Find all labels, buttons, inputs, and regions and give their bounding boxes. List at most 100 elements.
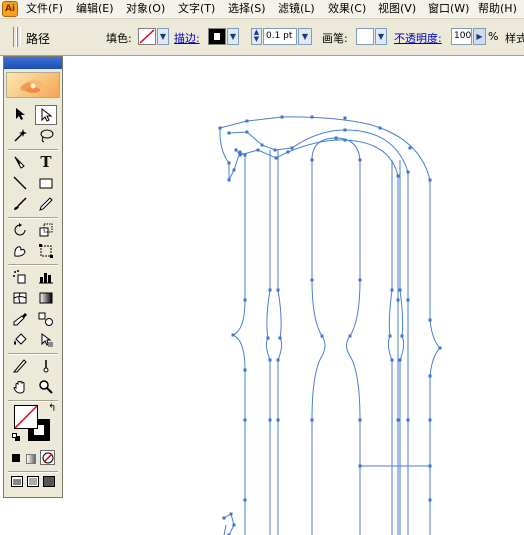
gradient-tool[interactable] — [35, 288, 57, 308]
fill-swatch[interactable] — [138, 28, 156, 45]
path-anchor-point[interactable] — [390, 288, 394, 292]
path-anchor-point[interactable] — [428, 374, 432, 378]
default-colors-icon[interactable] — [12, 433, 20, 441]
menu-window[interactable]: 窗口(W) — [428, 1, 469, 17]
path-anchor-point[interactable] — [256, 148, 260, 152]
opacity-label-link[interactable]: 不透明度: — [394, 30, 442, 46]
path-anchor-point[interactable] — [428, 464, 432, 468]
path-anchor-point[interactable] — [227, 161, 231, 165]
path-anchor-point[interactable] — [398, 358, 402, 362]
glyph-left-stem-path[interactable] — [265, 150, 283, 535]
path-anchor-point[interactable] — [310, 418, 314, 422]
fill-color-box[interactable] — [14, 405, 38, 429]
path-anchor-point[interactable] — [268, 358, 272, 362]
path-anchor-point[interactable] — [343, 116, 347, 120]
path-anchor-point[interactable] — [428, 498, 432, 502]
path-anchor-point[interactable] — [406, 298, 410, 302]
path-anchor-point[interactable] — [406, 418, 410, 422]
path-anchor-point[interactable] — [231, 333, 235, 337]
stroke-weight-dropdown-arrow[interactable]: ▼ — [298, 28, 312, 45]
path-anchor-point[interactable] — [310, 115, 314, 119]
path-anchor-point[interactable] — [348, 334, 352, 338]
stroke-label-link[interactable]: 描边: — [174, 30, 200, 46]
path-anchor-point[interactable] — [268, 418, 272, 422]
slice-tool[interactable] — [9, 356, 31, 376]
path-anchor-point[interactable] — [334, 136, 338, 140]
path-anchor-point[interactable] — [358, 158, 362, 162]
path-anchor-point[interactable] — [343, 138, 347, 142]
menu-object[interactable]: 对象(O) — [126, 1, 165, 17]
path-anchor-point[interactable] — [286, 150, 290, 154]
path-anchor-point[interactable] — [245, 130, 249, 134]
path-anchor-point[interactable] — [274, 156, 278, 160]
path-anchor-point[interactable] — [358, 464, 362, 468]
menu-edit[interactable]: 编辑(E) — [76, 1, 114, 17]
gradient-mode-button[interactable] — [24, 451, 38, 465]
control-bar-grip[interactable] — [17, 27, 21, 47]
path-anchor-point[interactable] — [276, 358, 280, 362]
stroke-dropdown-arrow[interactable]: ▼ — [227, 28, 239, 45]
glyph-crossbar-path[interactable] — [359, 465, 430, 535]
eyedropper-tool[interactable] — [9, 309, 31, 329]
glyph-right-stem-path[interactable] — [387, 160, 405, 535]
path-anchor-point[interactable] — [245, 119, 249, 123]
swap-fill-stroke-icon[interactable]: ↰ — [48, 403, 56, 414]
path-anchor-point[interactable] — [268, 288, 272, 292]
illustrator-flower-logo[interactable] — [6, 72, 60, 98]
warp-tool[interactable] — [9, 241, 31, 261]
live-paint-bucket-tool[interactable] — [9, 330, 31, 350]
path-anchor-point[interactable] — [243, 298, 247, 302]
scale-tool[interactable] — [35, 220, 57, 240]
magic-wand-tool[interactable] — [9, 126, 31, 146]
path-anchor-point[interactable] — [273, 148, 277, 152]
free-transform-tool[interactable] — [35, 241, 57, 261]
paintbrush-tool[interactable] — [9, 194, 31, 214]
path-anchor-point[interactable] — [396, 418, 400, 422]
path-anchor-point[interactable] — [266, 336, 270, 340]
path-anchor-point[interactable] — [390, 358, 394, 362]
menu-help[interactable]: 帮助(H) — [478, 1, 517, 17]
path-anchor-point[interactable] — [428, 178, 432, 182]
path-anchor-point[interactable] — [243, 418, 247, 422]
lasso-tool[interactable] — [35, 126, 57, 146]
path-anchor-point[interactable] — [320, 334, 324, 338]
live-paint-selection-tool[interactable] — [35, 330, 57, 350]
path-anchor-point[interactable] — [278, 336, 282, 340]
standard-screen-mode-button[interactable] — [10, 475, 24, 489]
rotate-tool[interactable] — [9, 220, 31, 240]
hand-tool[interactable] — [9, 377, 31, 397]
path-anchor-point[interactable] — [276, 288, 280, 292]
path-anchor-point[interactable] — [396, 298, 400, 302]
menu-view[interactable]: 视图(V) — [378, 1, 416, 17]
path-anchor-point[interactable] — [232, 523, 236, 527]
path-anchor-point[interactable] — [260, 143, 264, 147]
menu-select[interactable]: 选择(S) — [228, 1, 266, 17]
glyph-middle-counter-path[interactable] — [311, 137, 361, 535]
path-anchor-point[interactable] — [280, 115, 284, 119]
column-graph-tool[interactable] — [35, 267, 57, 287]
brush-swatch[interactable] — [356, 28, 374, 45]
path-anchor-point[interactable] — [238, 150, 242, 154]
path-anchor-point[interactable] — [400, 334, 404, 338]
path-anchor-point[interactable] — [218, 126, 222, 130]
path-anchor-point[interactable] — [232, 168, 236, 172]
path-anchor-point[interactable] — [234, 148, 238, 152]
path-anchor-point[interactable] — [358, 418, 362, 422]
path-anchor-point[interactable] — [428, 318, 432, 322]
path-anchor-point[interactable] — [227, 131, 231, 135]
path-anchor-point[interactable] — [243, 153, 247, 157]
menu-file[interactable]: 文件(F) — [26, 1, 63, 17]
glyph-outer-path[interactable] — [219, 116, 441, 535]
type-tool[interactable]: T — [35, 152, 57, 172]
path-anchor-point[interactable] — [276, 418, 280, 422]
path-anchor-point[interactable] — [406, 170, 410, 174]
zoom-tool[interactable] — [35, 377, 57, 397]
path-anchor-point[interactable] — [396, 174, 400, 178]
path-anchor-point[interactable] — [243, 368, 247, 372]
eraser-tool[interactable] — [35, 356, 57, 376]
path-anchor-point[interactable] — [388, 334, 392, 338]
mesh-tool[interactable] — [9, 288, 31, 308]
path-anchor-point[interactable] — [229, 512, 233, 516]
path-anchor-point[interactable] — [398, 288, 402, 292]
path-anchor-point[interactable] — [378, 126, 382, 130]
